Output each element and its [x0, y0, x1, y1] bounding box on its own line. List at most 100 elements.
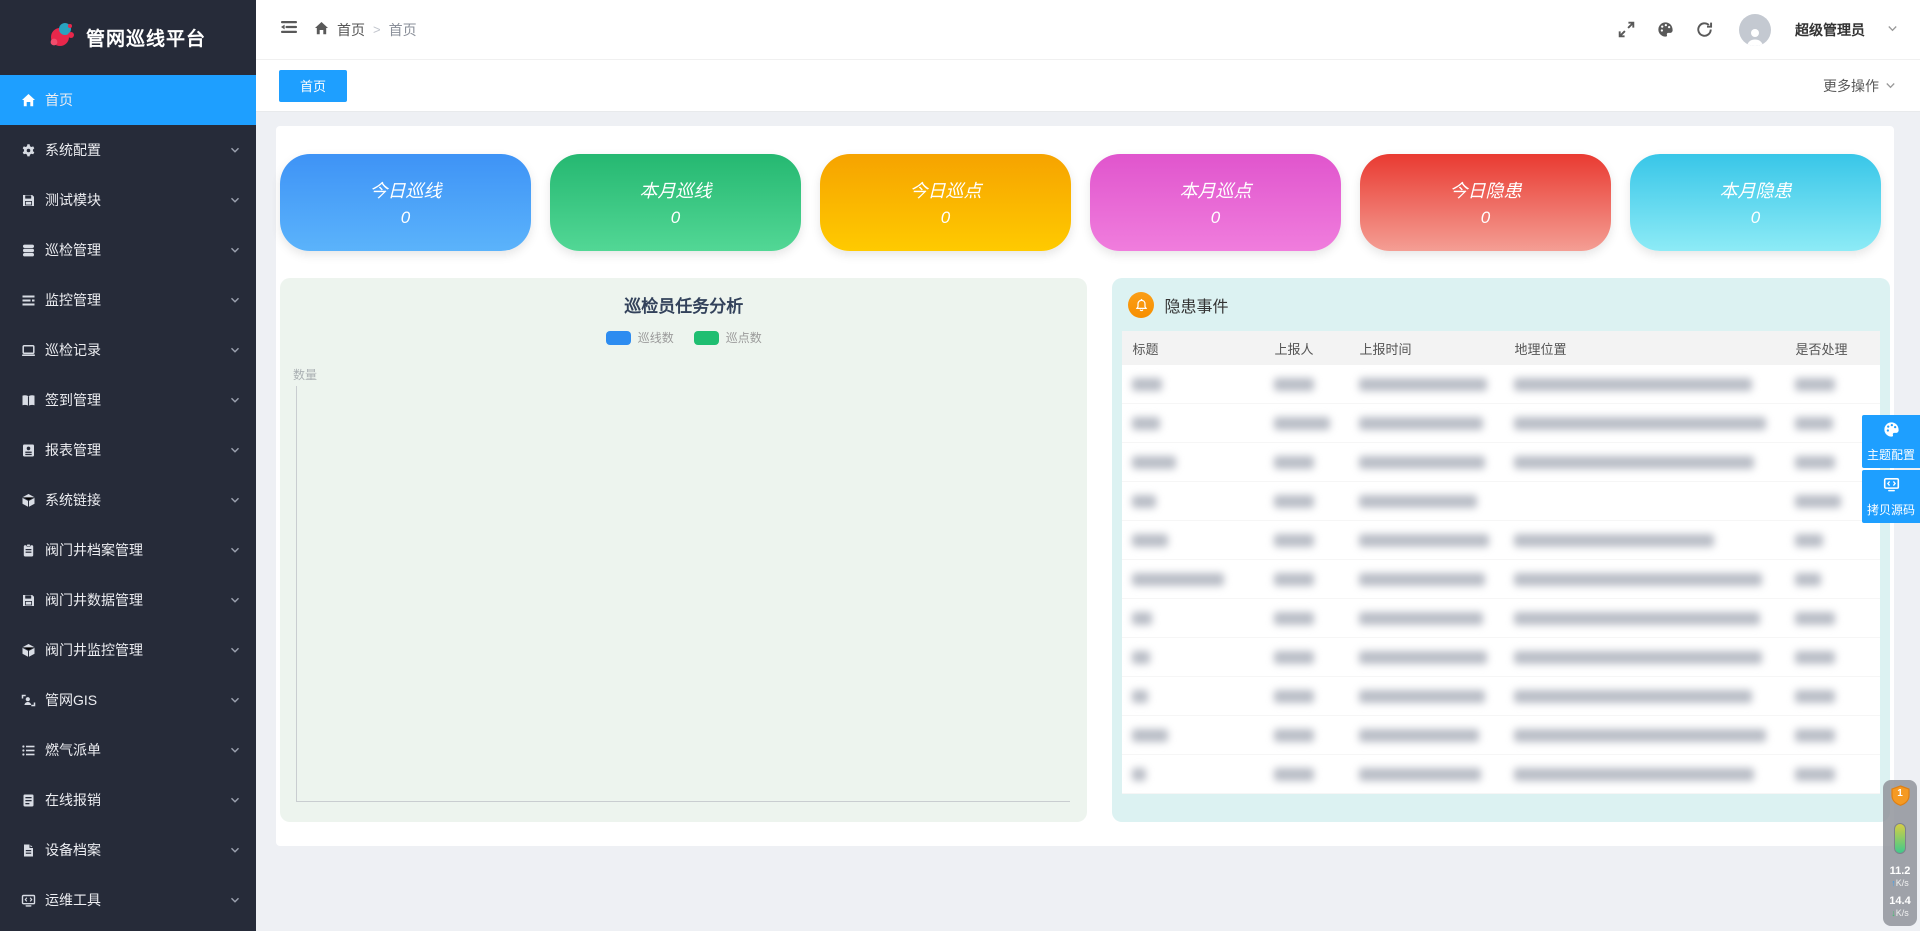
chevron-down-icon: [230, 842, 240, 858]
tab-bar: 首页 更多操作: [256, 60, 1920, 112]
sidebar-item-system-links[interactable]: 系统链接: [0, 475, 256, 525]
table-row: [1122, 365, 1880, 404]
sidebar-item-inspection-management[interactable]: 巡检管理: [0, 225, 256, 275]
sidebar-item-report-management[interactable]: 报表管理: [0, 425, 256, 475]
chevron-down-icon: [230, 242, 240, 258]
main-area: 首页 > 首页 超级管理员 首页: [256, 0, 1920, 931]
sidebar-item-valve-well-monitor[interactable]: 阀门井监控管理: [0, 625, 256, 675]
sidebar-item-inspection-records[interactable]: 巡检记录: [0, 325, 256, 375]
stat-card-month-points: 本月巡点 0: [1090, 154, 1341, 251]
cube-icon: [21, 643, 36, 658]
badge-count-text: 1: [1890, 788, 1911, 799]
fullscreen-icon[interactable]: [1618, 21, 1635, 38]
app-logo: 管网巡线平台: [0, 0, 256, 75]
sidebar-item-label: 系统配置: [45, 140, 101, 160]
battery-gauge-icon: [1894, 823, 1906, 854]
cube-icon: [21, 493, 36, 508]
table-row: [1122, 638, 1880, 677]
table-row: [1122, 677, 1880, 716]
download-speed-value: 14.4: [1889, 895, 1910, 908]
sidebar-item-valve-well-data[interactable]: 阀门井数据管理: [0, 575, 256, 625]
chevron-down-icon: [230, 892, 240, 908]
theme-config-button[interactable]: 主题配置: [1862, 415, 1920, 468]
report-icon: [21, 443, 36, 458]
database-icon: [21, 243, 36, 258]
hazard-table: 标题 上报人 上报时间 地理位置 是否处理: [1122, 331, 1880, 794]
panels-row: 巡检员任务分析 巡线数 巡点数 数量: [280, 278, 1890, 822]
sidebar-item-label: 阀门井档案管理: [45, 540, 143, 560]
collapse-sidebar-icon[interactable]: [280, 19, 298, 40]
home-icon: [314, 21, 329, 39]
inspector-task-chart-panel: 巡检员任务分析 巡线数 巡点数 数量: [280, 278, 1087, 822]
sidebar-item-system-config[interactable]: 系统配置: [0, 125, 256, 175]
theme-config-label: 主题配置: [1867, 446, 1915, 463]
table-row: [1122, 521, 1880, 560]
chevron-down-icon: [230, 442, 240, 458]
legend-item-points[interactable]: 巡点数: [694, 329, 762, 346]
sidebar-item-checkin-management[interactable]: 签到管理: [0, 375, 256, 425]
stat-cards-row: 今日巡线 0 本月巡线 0 今日巡点 0 本月巡点 0 今日隐患 0: [280, 154, 1890, 251]
upload-speed-value: 11.2: [1890, 865, 1911, 878]
sidebar-item-label: 管网GIS: [45, 690, 97, 710]
top-navbar: 首页 > 首页 超级管理员: [256, 0, 1920, 60]
sidebar-item-label: 监控管理: [45, 290, 101, 310]
sidebar-menu: 首页 系统配置 测试模块 巡检管理 监控管理 巡检记录: [0, 75, 256, 925]
table-row: [1122, 716, 1880, 755]
stat-value: 0: [1751, 208, 1760, 228]
legend-swatch-blue: [606, 331, 631, 345]
breadcrumb-home[interactable]: 首页: [337, 20, 365, 40]
table-row: [1122, 560, 1880, 599]
upload-speed-unit: ↑K/s: [1891, 878, 1909, 889]
list-icon: [21, 293, 36, 308]
table-row: [1122, 482, 1880, 521]
y-axis-label: 数量: [293, 366, 317, 383]
theme-palette-icon[interactable]: [1657, 21, 1674, 38]
network-speed-widget[interactable]: 1 11.2 ↑K/s 14.4 ↓K/s: [1883, 780, 1917, 926]
sidebar-item-monitor-management[interactable]: 监控管理: [0, 275, 256, 325]
chevron-down-icon: [230, 142, 240, 158]
sidebar-item-label: 巡检管理: [45, 240, 101, 260]
sidebar-item-label: 报表管理: [45, 440, 101, 460]
logo-icon: [48, 20, 78, 55]
stat-card-today-lines: 今日巡线 0: [280, 154, 531, 251]
file-icon: [21, 843, 36, 858]
username[interactable]: 超级管理员: [1795, 20, 1865, 40]
column-header: 上报人: [1264, 339, 1349, 358]
chevron-down-icon: [230, 192, 240, 208]
sidebar-item-home[interactable]: 首页: [0, 75, 256, 125]
copy-source-button[interactable]: 拷贝源码: [1862, 470, 1920, 523]
breadcrumb-separator: >: [373, 22, 381, 37]
sidebar-item-pipeline-gis[interactable]: 管网GIS: [0, 675, 256, 725]
sidebar-item-test-module[interactable]: 测试模块: [0, 175, 256, 225]
table-row: [1122, 755, 1880, 794]
stat-value: 0: [941, 208, 950, 228]
refresh-icon[interactable]: [1696, 21, 1713, 38]
sidebar-item-valve-well-archives[interactable]: 阀门井档案管理: [0, 525, 256, 575]
stat-value: 0: [1211, 208, 1220, 228]
home-icon: [21, 93, 36, 108]
stat-card-today-points: 今日巡点 0: [820, 154, 1071, 251]
terminal-icon: [21, 893, 36, 908]
breadcrumb-current[interactable]: 首页: [389, 20, 417, 40]
sidebar-item-ops-tools[interactable]: 运维工具: [0, 875, 256, 925]
tab-home[interactable]: 首页: [279, 70, 347, 102]
stat-label: 本月巡线: [640, 177, 712, 203]
sidebar-item-label: 阀门井数据管理: [45, 590, 143, 610]
more-operations[interactable]: 更多操作: [1823, 76, 1896, 96]
chevron-down-icon: [230, 692, 240, 708]
sidebar-item-gas-dispatch[interactable]: 燃气派单: [0, 725, 256, 775]
column-header: 标题: [1122, 339, 1264, 358]
stat-label: 今日隐患: [1450, 177, 1522, 203]
column-header: 是否处理: [1785, 339, 1880, 358]
sidebar-item-online-reimbursement[interactable]: 在线报销: [0, 775, 256, 825]
hazard-table-header: 标题 上报人 上报时间 地理位置 是否处理: [1122, 331, 1880, 365]
hazard-header: 隐患事件: [1128, 292, 1876, 318]
avatar[interactable]: [1739, 14, 1771, 46]
sidebar-item-equipment-archives[interactable]: 设备档案: [0, 825, 256, 875]
table-row: [1122, 404, 1880, 443]
stat-card-month-hazards: 本月隐患 0: [1630, 154, 1881, 251]
stat-value: 0: [401, 208, 410, 228]
legend-item-lines[interactable]: 巡线数: [606, 329, 674, 346]
user-icon: [21, 693, 36, 708]
user-menu-chevron-icon[interactable]: [1887, 21, 1898, 39]
